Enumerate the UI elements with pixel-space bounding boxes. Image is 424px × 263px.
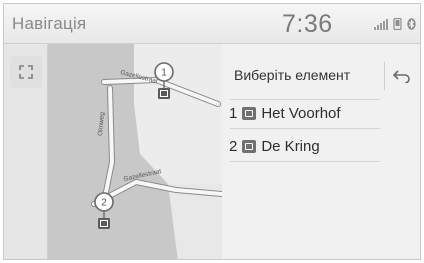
- expand-map-button[interactable]: [10, 56, 42, 88]
- app-title: Навігація: [12, 14, 87, 33]
- list-item[interactable]: 2 De Kring: [229, 133, 379, 159]
- back-arrow-icon: [392, 70, 410, 83]
- list-item-number: 1: [229, 104, 238, 122]
- expand-arrows-icon: [19, 65, 33, 79]
- select-item-label: Виберіть елемент: [234, 67, 351, 83]
- navigation-screen: Навігація 7:36 Gazellestraat Olmweg Gaze…: [3, 3, 421, 260]
- list-item-name: De Kring: [261, 137, 320, 155]
- selection-panel: Виберіть елемент 1 Het Voorhof 2 De Krin…: [222, 44, 420, 259]
- phone-icon: [393, 18, 402, 30]
- signal-bars-icon: [374, 19, 388, 30]
- header-bar: Навігація 7:36: [4, 4, 420, 44]
- map-pin-number: 2: [101, 198, 107, 209]
- map-pin-number: 1: [161, 68, 167, 79]
- list-item[interactable]: 1 Het Voorhof: [229, 100, 379, 126]
- clock: 7:36: [282, 10, 333, 38]
- divider: [230, 128, 380, 129]
- divider: [230, 161, 380, 162]
- list-item-name: Het Voorhof: [261, 104, 341, 122]
- back-button[interactable]: [384, 62, 418, 90]
- left-control-strip: [4, 44, 48, 259]
- status-icons: [374, 18, 416, 30]
- list-item-number: 2: [229, 137, 238, 155]
- bluetooth-icon: [407, 18, 416, 30]
- map-view[interactable]: Gazellestraat Olmweg Gazellestraat 1 2: [48, 44, 222, 259]
- poi-icon: [242, 106, 257, 120]
- poi-icon: [242, 139, 257, 153]
